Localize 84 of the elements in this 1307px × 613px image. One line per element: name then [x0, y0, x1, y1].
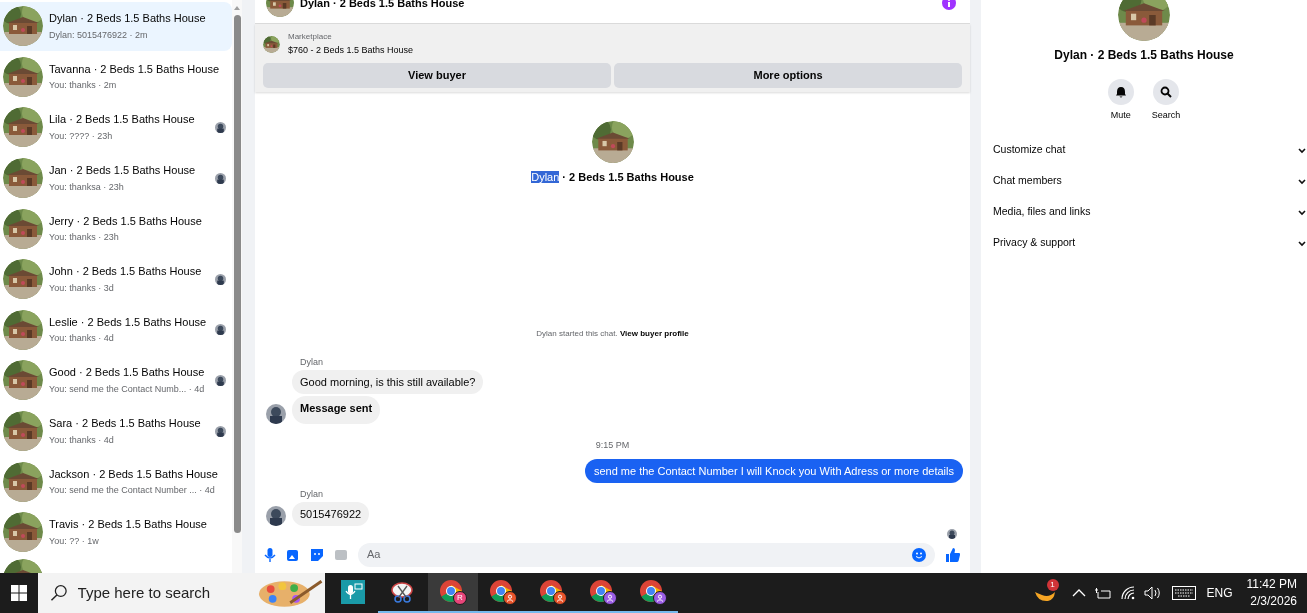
message-bubble: Message sent — [292, 395, 381, 424]
conversation-title: Sara · 2 Beds 1.5 Baths House — [49, 416, 202, 432]
conversation-item[interactable]: Tavanna · 2 Beds 1.5 Baths House You: thanks · 2m — [0, 52, 232, 102]
sender-name: Dylan — [300, 488, 324, 500]
chat-notice: Dylan started this chat. View buyer profile — [535, 328, 690, 339]
microphone-icon[interactable] — [264, 547, 276, 562]
conversation-item[interactable]: Leslie · 2 Beds 1.5 Baths House You: thanks · 4d — [0, 305, 232, 355]
conversation-title: Jan · 2 Beds 1.5 Baths House — [49, 163, 197, 179]
chevron-down-icon — [1297, 238, 1307, 248]
palette-drawing — [256, 577, 325, 609]
bell-icon — [1114, 86, 1127, 98]
search-input[interactable]: Type here to search — [77, 581, 253, 605]
conversation-preview: You: send me the Contact Number ... · 4d — [49, 484, 216, 498]
clock-time[interactable]: 11:42 PM — [1246, 576, 1297, 593]
section-row[interactable]: Media, files and links — [981, 196, 1307, 228]
profile-title: Dylan · 2 Beds 1.5 Baths House — [531, 170, 694, 185]
conversation-title: Lila · 2 Beds 1.5 Baths House — [49, 112, 196, 128]
volume-icon[interactable] — [1143, 586, 1162, 600]
conversation-preview: You: ?? · 1w — [49, 534, 100, 548]
conversation-item[interactable]: Good · 2 Beds 1.5 Baths House You: send me the Contact Numb... · 4d — [0, 356, 232, 405]
scrollbar-thumb[interactable] — [233, 15, 241, 533]
conversation-preview: You: thanksa · 23h — [49, 180, 125, 194]
conversation-item[interactable]: Jan · 2 Beds 1.5 Baths House You: thanksa · 23h — [0, 153, 232, 203]
conversation-preview: You: thanks · 3d — [49, 281, 115, 295]
notification-badge: 1 — [1046, 579, 1059, 591]
listing-price: $760 - 2 Beds 1.5 Baths House — [288, 44, 414, 57]
timestamp: 9:15 PM — [594, 439, 631, 451]
conversation-title: Jackson · 2 Beds 1.5 Baths House — [49, 466, 219, 482]
conversation-item[interactable]: Travis · 2 Beds 1.5 Baths House You: ?? · 1w — [0, 507, 232, 557]
section-row[interactable]: Chat members — [981, 165, 1307, 197]
composer-bar[interactable]: Aa — [358, 542, 935, 567]
clock-date[interactable]: 2/3/2026 — [1250, 593, 1297, 610]
conversation-title: John · 2 Beds 1.5 Baths House — [49, 264, 203, 280]
keyboard-icon[interactable] — [1171, 586, 1196, 600]
emoji-icon[interactable] — [912, 547, 926, 562]
chevron-up-icon[interactable] — [1071, 588, 1086, 598]
conversation-item[interactable]: Lila · 2 Beds 1.5 Baths House You: ???? · 23h — [0, 103, 232, 152]
buyer-profile-link[interactable]: View buyer profile — [619, 328, 689, 338]
conversation-item[interactable]: Jerry · 2 Beds 1.5 Baths House You: thanks · 23h — [0, 204, 232, 253]
conversation-item[interactable]: John · 2 Beds 1.5 Baths House You: thanks · 3d — [0, 254, 232, 304]
conversation-preview: You: thanks · 2m — [49, 79, 118, 93]
conversation-preview: You: thanks · 4d — [49, 332, 115, 346]
input-language[interactable]: ENG — [1206, 584, 1233, 602]
chevron-down-icon — [1297, 207, 1307, 217]
scissors-icon — [390, 580, 416, 604]
search-icon — [50, 584, 68, 602]
message-bubble: send me the Contact Number I will Knock you With Adress or more details — [584, 458, 963, 483]
section-row[interactable]: Privacy & support — [981, 227, 1307, 259]
conversation-item[interactable]: Jackson · 2 Beds 1.5 Baths House You: send me the Contact Number ... · 4d — [0, 457, 232, 506]
conversation-preview: You: thanks · 4d — [49, 433, 115, 447]
search-icon — [1160, 86, 1172, 98]
conversation-title: Dylan · 2 Beds 1.5 Baths House — [49, 11, 207, 27]
section-row[interactable]: Customize chat — [981, 134, 1307, 166]
taskbar-search-bar[interactable]: Type here to search — [38, 573, 325, 613]
conversation-preview: You: ???? · 23h — [49, 130, 114, 143]
thumbs-up-icon[interactable] — [945, 546, 961, 563]
info-icon[interactable] — [942, 0, 956, 10]
conversation-preview: You: send me the Contact Numb... · 4d — [49, 382, 206, 396]
sender-name: Dylan — [300, 356, 324, 368]
details-title: Dylan · 2 Beds 1.5 Baths House — [1054, 47, 1234, 64]
profile-badge: R — [453, 591, 467, 605]
sticker-icon[interactable] — [310, 547, 324, 562]
action-button[interactable]: More options — [614, 62, 962, 88]
microphone-icon — [341, 580, 365, 604]
chevron-down-icon — [1297, 176, 1307, 186]
conversation-item[interactable]: Sara · 2 Beds 1.5 Baths House You: thanks · 4d — [0, 406, 232, 456]
conversation-preview: Dylan: 5015476922 · 2m — [49, 28, 149, 42]
conversation-title: Jerry · 2 Beds 1.5 Baths House — [49, 213, 203, 229]
taskbar-app[interactable]: R — [428, 573, 478, 613]
windows-icon — [11, 585, 27, 601]
conversation-item[interactable]: Dylan · 2 Beds 1.5 Baths House Dylan: 5015476922 · 2m — [0, 2, 232, 51]
conversation-title: Tavanna · 2 Beds 1.5 Baths House — [49, 61, 220, 77]
message-input[interactable]: Aa — [367, 546, 912, 563]
listing-source: Marketplace — [288, 31, 333, 43]
message-bubble: 5015476922 — [292, 501, 370, 526]
action-button[interactable]: View buyer — [263, 62, 611, 88]
chevron-down-icon — [1297, 145, 1307, 155]
image-icon[interactable] — [286, 547, 300, 562]
conversation-preview: You: thanks · 23h — [49, 231, 120, 245]
conversation-title: Travis · 2 Beds 1.5 Baths House — [49, 517, 208, 533]
conversation-title: Leslie · 2 Beds 1.5 Baths House — [49, 314, 208, 330]
conversation-title: Good · 2 Beds 1.5 Baths House — [49, 365, 206, 381]
battery-icon[interactable] — [1093, 586, 1112, 600]
message-bubble: Good morning, is this still available? — [292, 369, 484, 394]
